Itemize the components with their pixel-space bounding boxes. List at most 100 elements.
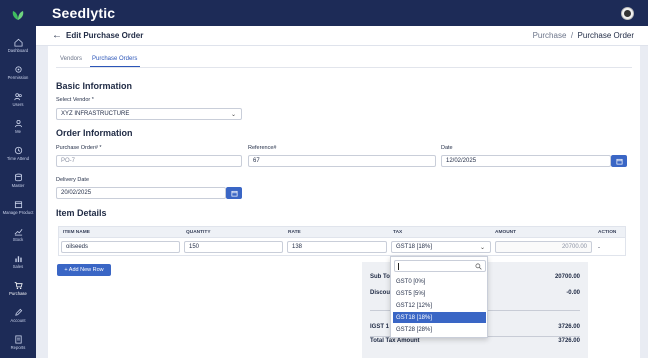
bar-chart-icon bbox=[14, 255, 22, 262]
database-icon bbox=[14, 173, 22, 181]
calendar-icon bbox=[231, 190, 237, 196]
chevron-down-icon: ⌄ bbox=[479, 245, 485, 251]
back-arrow-icon[interactable]: ← bbox=[52, 30, 62, 41]
users-icon bbox=[13, 92, 22, 100]
sidebar-item-label: Manage Product bbox=[2, 209, 34, 215]
sidebar-item-manage-product[interactable]: Manage Product bbox=[0, 195, 36, 219]
brand-name: Seedlytic bbox=[52, 5, 116, 21]
sidebar-item-label: Me bbox=[15, 128, 21, 134]
vendor-label: Select Vendor * bbox=[56, 97, 94, 103]
leaf-logo-icon bbox=[12, 11, 24, 20]
sidebar-item-sales[interactable]: Sales bbox=[0, 249, 36, 273]
tab-vendors[interactable]: Vendors bbox=[60, 56, 82, 62]
date-calendar-button[interactable] bbox=[611, 155, 627, 167]
page-title: Edit Purchase Order bbox=[66, 31, 144, 40]
avatar[interactable] bbox=[621, 7, 634, 20]
th-amount: AMOUNT bbox=[495, 230, 517, 235]
basic-info-heading: Basic Information bbox=[56, 81, 133, 91]
tax-option-gst12[interactable]: GST12 [12%] bbox=[393, 300, 486, 311]
sidebar-item-label: Permission bbox=[7, 74, 29, 80]
top-bar: Seedlytic bbox=[36, 0, 648, 26]
reference-field[interactable]: 67 bbox=[248, 155, 436, 167]
tax-option-gst28[interactable]: GST28 [28%] bbox=[393, 324, 486, 335]
tax-option-gst18[interactable]: GST18 [18%] bbox=[393, 312, 486, 323]
gear-icon bbox=[14, 65, 22, 73]
th-action: ACTION bbox=[598, 230, 617, 235]
vendor-value: XYZ INFRASTRUCTURE bbox=[61, 111, 130, 117]
brand-logo[interactable] bbox=[0, 0, 36, 30]
delivery-label: Delivery Date bbox=[56, 177, 90, 183]
trend-icon bbox=[14, 228, 22, 236]
sidebar-item-me[interactable]: Me bbox=[0, 114, 36, 138]
item-name-input[interactable]: oilseeds bbox=[61, 241, 180, 253]
cart-icon bbox=[14, 281, 23, 289]
sidebar-item-permission[interactable]: Permission bbox=[0, 60, 36, 84]
sidebar-item-label: Master bbox=[11, 182, 25, 188]
home-icon bbox=[13, 38, 23, 47]
tax-option-gst5[interactable]: GST5 [5%] bbox=[393, 288, 486, 299]
igst-label: IGST 1 bbox=[370, 324, 390, 330]
total-tax-label: Total Tax Amount bbox=[370, 338, 420, 344]
tax-dropdown-menu: GST0 [0%] GST5 [5%] GST12 [12%] GST18 [1… bbox=[390, 256, 488, 338]
sidebar-item-label: Sales bbox=[12, 263, 24, 269]
pen-icon bbox=[14, 308, 22, 316]
discount-value: -0.00 bbox=[566, 290, 580, 296]
page-header: ← Edit Purchase Order Purchase / Purchas… bbox=[36, 26, 648, 46]
sidebar-item-purchase[interactable]: Purchase bbox=[0, 276, 36, 300]
dropdown-search-input[interactable] bbox=[394, 260, 486, 272]
delivery-calendar-button[interactable] bbox=[226, 187, 242, 199]
box-icon bbox=[14, 200, 22, 208]
breadcrumb-separator: / bbox=[570, 31, 574, 40]
tabs-divider bbox=[56, 67, 632, 68]
th-quantity: QUANTITY bbox=[186, 230, 211, 235]
amount-field: 20700.00 bbox=[495, 241, 592, 253]
text-caret bbox=[398, 263, 399, 270]
reference-label: Reference# bbox=[248, 145, 277, 151]
action-cell: - bbox=[598, 245, 600, 251]
sidebar-item-label: Purchase bbox=[9, 290, 27, 296]
sidebar-item-dashboard[interactable]: Dashboard bbox=[0, 33, 36, 57]
sidebar-item-reports[interactable]: Reports bbox=[0, 330, 36, 354]
tax-option-gst0[interactable]: GST0 [0%] bbox=[393, 276, 486, 287]
delivery-date-field[interactable]: 20/02/2025 bbox=[56, 187, 226, 199]
user-icon bbox=[14, 119, 22, 127]
search-icon bbox=[475, 263, 482, 270]
sidebar-item-time-attend[interactable]: Time Attend bbox=[0, 141, 36, 165]
vendor-select[interactable]: XYZ INFRASTRUCTURE ⌄ bbox=[56, 108, 242, 120]
subtotal-value: 20700.00 bbox=[554, 274, 580, 280]
tax-select-value: GST18 [18%] bbox=[396, 244, 433, 250]
add-new-row-button[interactable]: + Add New Row bbox=[57, 264, 111, 276]
po-number-field[interactable]: PO-7 bbox=[56, 155, 242, 167]
th-item-name: ITEM NAME bbox=[63, 230, 90, 235]
table-row: oilseeds 150 138 GST18 [18%] ⌄ 20700.00 … bbox=[58, 238, 626, 256]
po-label: Purchase Order# * bbox=[56, 145, 102, 151]
igst-value: 3726.00 bbox=[558, 324, 580, 330]
breadcrumb: Purchase / Purchase Order bbox=[533, 31, 634, 40]
main-card: Vendors Purchase Orders Basic Informatio… bbox=[48, 46, 640, 358]
tax-select[interactable]: GST18 [18%] ⌄ bbox=[391, 241, 491, 253]
calendar-icon bbox=[616, 158, 622, 164]
sidebar-item-label: Time Attend bbox=[6, 155, 30, 161]
report-icon bbox=[14, 334, 22, 344]
date-label: Date bbox=[441, 145, 453, 151]
rate-input[interactable]: 138 bbox=[287, 241, 387, 253]
sidebar-item-stock[interactable]: Stock bbox=[0, 222, 36, 246]
sidebar-item-master[interactable]: Master bbox=[0, 168, 36, 192]
sidebar-item-label: Users bbox=[12, 101, 24, 107]
sidebar-item-users[interactable]: Users bbox=[0, 87, 36, 111]
item-details-heading: Item Details bbox=[56, 208, 107, 218]
quantity-input[interactable]: 150 bbox=[184, 241, 283, 253]
breadcrumb-purchase[interactable]: Purchase bbox=[533, 31, 567, 40]
sidebar-item-account[interactable]: Account bbox=[0, 303, 36, 327]
subtotal-label: Sub To bbox=[370, 274, 390, 280]
date-field[interactable]: 12/02/2025 bbox=[441, 155, 611, 167]
breadcrumb-current: Purchase Order bbox=[577, 31, 634, 40]
sidebar-item-label: Account bbox=[10, 317, 26, 323]
discount-label: Discou bbox=[370, 290, 391, 296]
th-tax: TAX bbox=[393, 230, 403, 235]
sidebar-item-label: Reports bbox=[10, 344, 26, 350]
order-info-heading: Order Information bbox=[56, 128, 133, 138]
chevron-down-icon: ⌄ bbox=[230, 112, 236, 118]
total-tax-value: 3726.00 bbox=[558, 338, 580, 344]
tab-purchase-orders[interactable]: Purchase Orders bbox=[92, 56, 137, 62]
